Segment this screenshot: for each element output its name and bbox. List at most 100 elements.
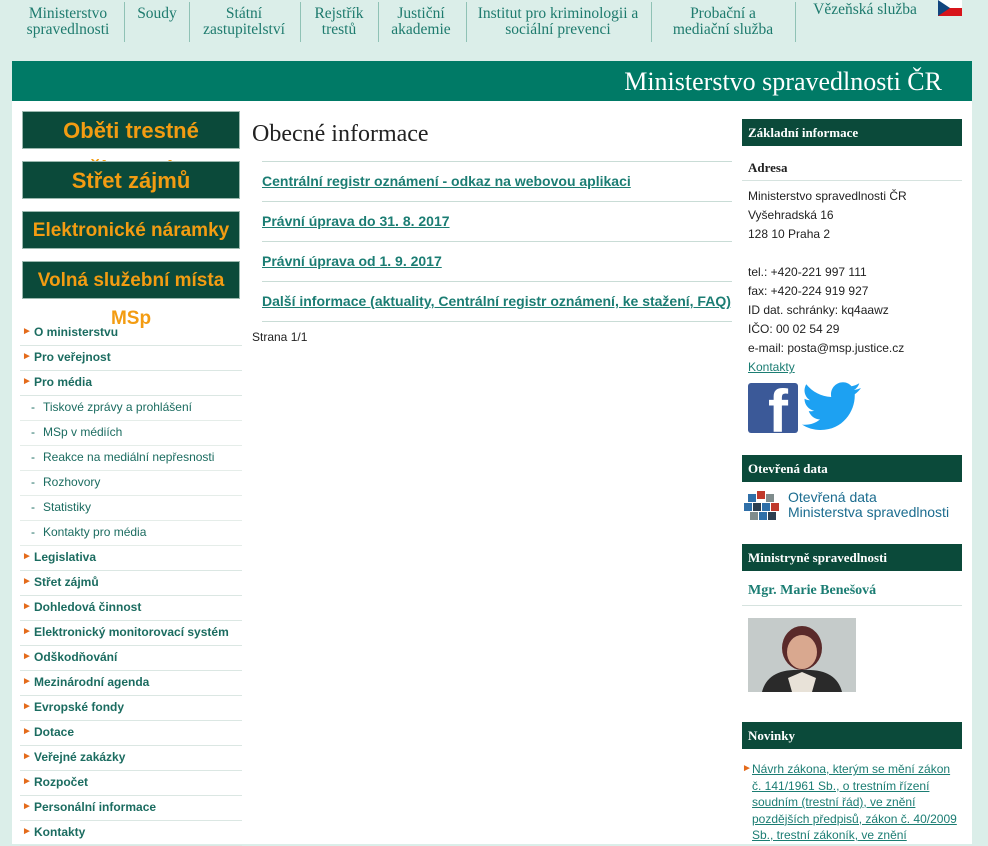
site-title[interactable]: Ministerstvo spravedlnosti ČR — [624, 67, 942, 97]
submenu-item-msp-v-mediich[interactable]: - MSp v médiích — [20, 421, 242, 446]
arrow-right-icon: ► — [22, 751, 32, 762]
promo-elektronicke-naramky[interactable]: Elektronické náramky — [22, 211, 240, 249]
link-dalsi-informace[interactable]: Další informace (aktuality, Centrální re… — [262, 293, 731, 309]
arrow-right-icon: ► — [22, 801, 32, 812]
minister-photo[interactable] — [748, 618, 856, 692]
divider — [300, 2, 301, 42]
link-list: Centrální registr oznámení - odkaz na we… — [262, 161, 732, 322]
menu-label: Dotace — [34, 725, 75, 739]
topnav-vezenska-sluzba[interactable]: Vězeňská služba — [803, 0, 927, 18]
main-content: Obecné informace Centrální registr oznám… — [252, 121, 732, 344]
menu-item-pro-media[interactable]: ► Pro média — [20, 371, 242, 396]
arrow-right-icon: ► — [22, 551, 32, 562]
news-item-link[interactable]: Návrh zákona, kterým se mění zákon č. 14… — [752, 762, 957, 842]
divider — [124, 2, 125, 42]
topnav-rejstrik-trestu[interactable]: Rejstřík trestů — [305, 0, 373, 38]
top-navigation: Ministerstvo spravedlnosti Soudy Státní … — [0, 0, 988, 56]
link-pravni-uprava-do[interactable]: Právní úprava do 31. 8. 2017 — [262, 213, 450, 229]
twitter-icon[interactable] — [802, 381, 862, 433]
address-line: 128 10 Praha 2 — [748, 227, 831, 241]
link-centralni-registr[interactable]: Centrální registr oznámení - odkaz na we… — [262, 173, 631, 189]
open-data-link[interactable]: Otevřená data Ministerstva spravedlnosti — [742, 488, 962, 528]
submenu-item-statistiky[interactable]: - Statistiky — [20, 496, 242, 521]
menu-item-mezinarodni-agenda[interactable]: ► Mezinárodní agenda — [20, 671, 242, 696]
topnav-statni-zastupitelstvi[interactable]: Státní zastupitelství — [194, 0, 294, 38]
menu-item-personalni-informace[interactable]: ► Personální informace — [20, 796, 242, 821]
arrow-right-icon: ► — [22, 576, 32, 587]
portrait-image — [748, 618, 856, 692]
czech-flag-icon[interactable] — [938, 0, 962, 16]
menu-label: Střet zájmů — [34, 575, 99, 589]
menu-label: Kontakty pro média — [43, 525, 147, 539]
open-data-line: Otevřená data — [788, 489, 877, 505]
topnav-soudy[interactable]: Soudy — [128, 0, 186, 22]
dash-icon: - — [31, 450, 35, 464]
arrow-right-icon: ► — [22, 726, 32, 737]
arrow-right-icon: ► — [22, 701, 32, 712]
email: e-mail: posta@msp.justice.cz — [748, 341, 905, 355]
link-pravni-uprava-od[interactable]: Právní úprava od 1. 9. 2017 — [262, 253, 442, 269]
topnav-ministerstvo[interactable]: Ministerstvo spravedlnosti — [18, 0, 118, 38]
news-list: ► Návrh zákona, kterým se mění zákon č. … — [742, 749, 962, 844]
divider — [189, 2, 190, 42]
topnav-justicni-akademie[interactable]: Justiční akademie — [383, 0, 459, 38]
open-data-cubes-icon — [744, 491, 779, 520]
arrow-right-icon: ► — [22, 826, 32, 837]
site-banner: Ministerstvo spravedlnosti ČR — [12, 61, 972, 101]
minister-name[interactable]: Mgr. Marie Benešová — [742, 571, 962, 606]
submenu-item-rozhovory[interactable]: - Rozhovory — [20, 471, 242, 496]
menu-label: Veřejné zakázky — [34, 750, 126, 764]
contacts-link[interactable]: Kontakty — [748, 360, 795, 374]
menu-item-odskodnovani[interactable]: ► Odškodňování — [20, 646, 242, 671]
dash-icon: - — [31, 475, 35, 489]
menu-item-o-ministerstvu[interactable]: ► O ministerstvu — [20, 321, 242, 346]
menu-item-stret-zajmu[interactable]: ► Střet zájmů — [20, 571, 242, 596]
menu-item-pro-verejnost[interactable]: ► Pro veřejnost — [20, 346, 242, 371]
menu-item-dohledova-cinnost[interactable]: ► Dohledová činnost — [20, 596, 242, 621]
dash-icon: - — [31, 425, 35, 439]
promo-obeti-trestne-cinnosti[interactable]: Oběti trestné činnosti — [22, 111, 240, 181]
menu-label: Statistiky — [43, 500, 92, 514]
menu-item-verejne-zakazky[interactable]: ► Veřejné zakázky — [20, 746, 242, 771]
list-item: Centrální registr oznámení - odkaz na we… — [262, 161, 732, 201]
submenu-item-reakce[interactable]: - Reakce na mediální nepřesnosti — [20, 446, 242, 471]
menu-item-evropske-fondy[interactable]: ► Evropské fondy — [20, 696, 242, 721]
list-item: Další informace (aktuality, Centrální re… — [262, 281, 732, 322]
menu-item-kontakty[interactable]: ► Kontakty — [20, 821, 242, 846]
address-heading: Adresa — [742, 146, 962, 181]
facebook-icon[interactable]: f — [748, 383, 798, 433]
divider — [466, 2, 467, 42]
menu-label: O ministerstvu — [34, 325, 119, 339]
menu-label: Elektronický monitorovací systém — [34, 625, 229, 639]
menu-label: Evropské fondy — [34, 700, 125, 714]
topnav-probacni-sluzba[interactable]: Probační a mediační služba — [660, 0, 786, 38]
address-line: Ministerstvo spravedlnosti ČR — [748, 189, 907, 203]
arrow-right-icon: ► — [22, 601, 32, 612]
menu-item-dotace[interactable]: ► Dotace — [20, 721, 242, 746]
menu-item-elektronicky-monitorovaci-system[interactable]: ► Elektronický monitorovací systém — [20, 621, 242, 646]
divider — [378, 2, 379, 42]
open-data-text: Otevřená data Ministerstva spravedlnosti — [788, 490, 949, 520]
open-data-line: Ministerstva spravedlnosti — [788, 504, 950, 520]
topnav-institut[interactable]: Institut pro kriminologii a sociální pre… — [474, 0, 642, 38]
dash-icon: - — [31, 400, 35, 414]
arrow-right-icon: ► — [22, 326, 32, 337]
menu-item-legislativa[interactable]: ► Legislativa — [20, 546, 242, 571]
submenu-item-kontakty-pro-media[interactable]: - Kontakty pro média — [20, 521, 242, 546]
divider — [651, 2, 652, 42]
menu-label: Odškodňování — [34, 650, 118, 664]
data-box-id: ID dat. schránky: kq4aawz — [748, 303, 889, 317]
divider — [795, 2, 796, 42]
minister-heading: Ministryně spravedlnosti — [742, 544, 962, 571]
promo-stret-zajmu[interactable]: Střet zájmů — [22, 161, 240, 199]
basic-info-heading: Základní informace — [742, 119, 962, 146]
submenu-item-tiskove-zpravy[interactable]: - Tiskové zprávy a prohlášení — [20, 396, 242, 421]
social-links: f — [742, 379, 962, 433]
menu-label: Rozpočet — [34, 775, 88, 789]
fax: fax: +420-224 919 927 — [748, 284, 869, 298]
arrow-right-icon: ► — [22, 351, 32, 362]
promo-volna-mista[interactable]: Volná služební místa MSp — [22, 261, 240, 329]
address-block: Ministerstvo spravedlnosti ČR Vyšehradsk… — [742, 187, 962, 377]
menu-item-rozpocet[interactable]: ► Rozpočet — [20, 771, 242, 796]
